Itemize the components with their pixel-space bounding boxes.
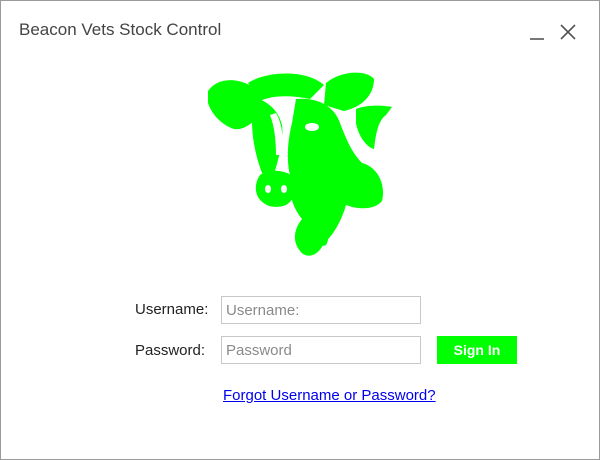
username-label: Username: — [135, 301, 209, 318]
login-window: Beacon Vets Stock Control Username: User… — [0, 0, 600, 460]
close-button[interactable] — [555, 19, 581, 45]
cow-head-logo-icon — [208, 72, 392, 256]
close-icon — [560, 24, 576, 40]
password-label: Password: — [135, 342, 206, 359]
minimize-icon — [530, 38, 544, 40]
username-input[interactable] — [221, 296, 421, 324]
sign-in-button[interactable]: Sign In — [437, 336, 517, 364]
forgot-credentials-link[interactable]: Forgot Username or Password? — [223, 387, 436, 404]
password-input[interactable] — [221, 336, 421, 364]
window-title: Beacon Vets Stock Control — [19, 20, 222, 39]
minimize-button[interactable] — [524, 19, 550, 45]
